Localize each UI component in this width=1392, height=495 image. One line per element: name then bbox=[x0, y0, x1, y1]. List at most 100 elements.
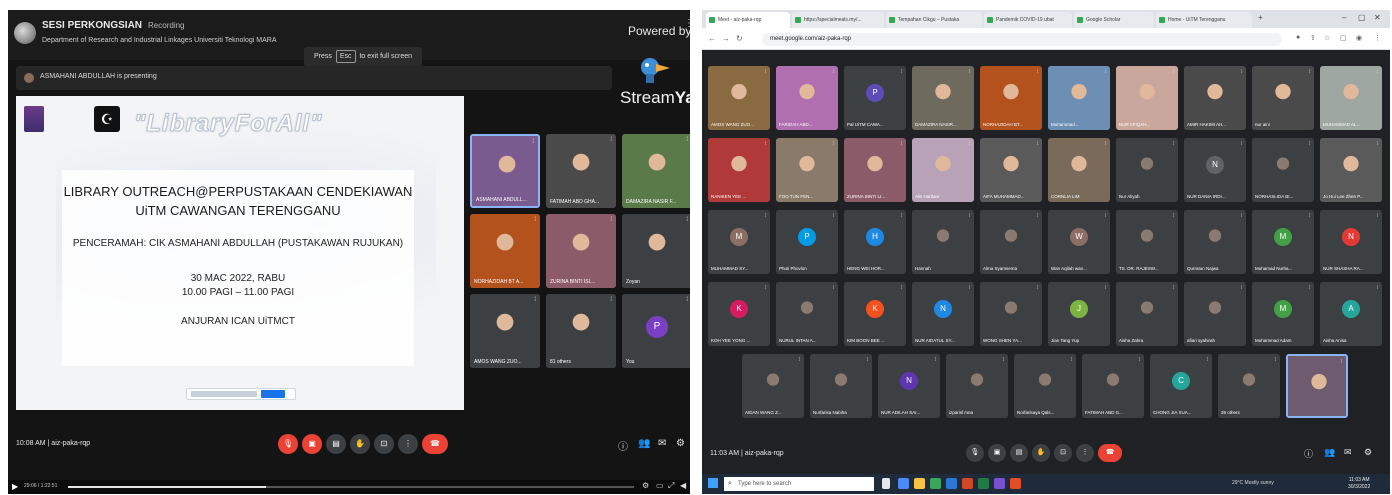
tile-more-icon[interactable]: ⁞ bbox=[1173, 69, 1174, 75]
participant-tile[interactable]: ⁞ nur aini bbox=[1252, 66, 1314, 130]
play-icon[interactable]: ▶ bbox=[12, 482, 18, 491]
participant-tile[interactable]: ⁞ AIDAN WANG Z... bbox=[742, 354, 804, 418]
participant-tile[interactable]: N ⁞ NUR SHASHA RA... bbox=[1320, 210, 1382, 274]
tile-more-icon[interactable]: ⁞ bbox=[765, 213, 766, 219]
info-icon[interactable]: ⓘ bbox=[618, 438, 628, 453]
tile-more-icon[interactable]: ⁞ bbox=[1037, 69, 1038, 75]
participant-tile[interactable]: ⁞ Aisha Zahra bbox=[1116, 282, 1178, 346]
participant-tile[interactable]: ⁞ 39 others bbox=[1218, 354, 1280, 418]
tile-more-icon[interactable]: ⁞ bbox=[867, 357, 868, 363]
tile-more-icon[interactable]: ⁞ bbox=[901, 69, 902, 75]
weather-widget[interactable]: 29°C Mostly sunny bbox=[1232, 480, 1274, 486]
tile-more-icon[interactable]: ⁞ bbox=[969, 69, 970, 75]
leave-call-button[interactable]: ☎ bbox=[422, 434, 448, 454]
tile-more-icon[interactable]: ⁞ bbox=[1071, 357, 1072, 363]
participant-tile[interactable]: ⁞ MUHAMMAD AL... bbox=[1320, 66, 1382, 130]
chat-icon-right[interactable]: ✉ bbox=[1344, 447, 1352, 458]
participant-tile[interactable]: ⁞ AMIR HAKIMI AH... bbox=[1184, 66, 1246, 130]
participant-tile[interactable]: ⁞ Hannah bbox=[912, 210, 974, 274]
fullscreen-icon[interactable]: ⤢ bbox=[668, 481, 674, 491]
participant-tile[interactable]: ⁞ Muhammad... bbox=[1048, 66, 1110, 130]
participant-tile[interactable]: ⁞ Nur Aliyah bbox=[1116, 138, 1178, 202]
participant-tile[interactable]: ⁞ Qurratun Najwa bbox=[1184, 210, 1246, 274]
tile-more-icon[interactable]: ⁞ bbox=[1173, 141, 1174, 147]
participant-tile[interactable]: ⁞ TS. DR. RAJESW... bbox=[1116, 210, 1178, 274]
tile-more-icon[interactable]: ⁞ bbox=[1309, 69, 1310, 75]
tile-more-icon[interactable]: ⁞ bbox=[1139, 357, 1140, 363]
people-icon-right[interactable]: 👥 bbox=[1324, 447, 1335, 458]
participant-tile[interactable]: ⁞ FOO TUN FEN... bbox=[776, 138, 838, 202]
profile-icon[interactable]: ◉ bbox=[1356, 34, 1362, 42]
tile-more-icon[interactable]: ⁞ bbox=[969, 141, 970, 147]
participant-tile[interactable]: K ⁞ KIM BOON BEE ... bbox=[844, 282, 906, 346]
raise-hand-button[interactable]: ✋ bbox=[350, 434, 370, 454]
browser-tab[interactable]: https://specialmeals.my/... bbox=[792, 12, 884, 28]
camera-permission-icon[interactable]: ● bbox=[1296, 34, 1300, 41]
participant-tile[interactable]: P ⁞ Phuti Phovlon bbox=[776, 210, 838, 274]
taskbar-search-field[interactable]: ⌕ Type here to search bbox=[724, 477, 874, 491]
tile-more-icon[interactable]: ⁞ bbox=[1241, 141, 1242, 147]
tile-more-icon[interactable]: ⁞ bbox=[799, 357, 800, 363]
participant-tile[interactable]: N ⁞ NUR AIDATUL SY... bbox=[912, 282, 974, 346]
more-options-button-right[interactable]: ⋮ bbox=[1076, 444, 1094, 462]
participant-tile[interactable]: ⁞ Alma Syamsema bbox=[980, 210, 1042, 274]
browser-tab[interactable]: Pandemik COVID-19 ubat bbox=[984, 12, 1072, 28]
participant-tile[interactable]: M ⁞ MUHAMMAD SY... bbox=[708, 210, 770, 274]
participant-tile[interactable]: ⁞ ASMAHANI ABDULL... bbox=[470, 134, 540, 208]
participant-tile[interactable]: ⁞ DAMAZIRA NASIR... bbox=[912, 66, 974, 130]
app-icon[interactable] bbox=[1010, 478, 1021, 489]
tile-more-icon[interactable]: ⁞ bbox=[532, 139, 534, 145]
participant-tile[interactable]: ⁞ 81 others bbox=[546, 294, 616, 368]
participant-tile[interactable]: ⁞ Zoyan bbox=[622, 214, 690, 288]
tile-more-icon[interactable]: ⁞ bbox=[1003, 357, 1004, 363]
more-options-button[interactable]: ⋮ bbox=[398, 434, 418, 454]
leave-call-button-right[interactable]: ☎ bbox=[1098, 444, 1122, 462]
tile-more-icon[interactable]: ⁞ bbox=[1105, 285, 1106, 291]
browser-tab[interactable]: Home - UiTM Terengganu bbox=[1156, 12, 1252, 28]
maximize-icon[interactable]: ▢ bbox=[1358, 13, 1366, 22]
tile-more-icon[interactable]: ⁞ bbox=[610, 297, 612, 303]
info-icon-right[interactable]: ⓘ bbox=[1304, 447, 1313, 460]
captions-button-right[interactable]: ▤ bbox=[1010, 444, 1028, 462]
minimize-icon[interactable]: – bbox=[1342, 13, 1346, 22]
tile-more-icon[interactable]: ⁞ bbox=[1377, 141, 1378, 147]
present-button[interactable]: ⊡ bbox=[374, 434, 394, 454]
participant-tile[interactable]: K ⁞ KOH YEE YONG ... bbox=[708, 282, 770, 346]
tile-more-icon[interactable]: ⁞ bbox=[901, 141, 902, 147]
reload-icon[interactable]: ↻ bbox=[736, 34, 743, 43]
participant-tile[interactable]: P ⁞ Pal UiTM CAWA... bbox=[844, 66, 906, 130]
participant-tile[interactable]: ⁞ AMOS WANG ZUO... bbox=[708, 66, 770, 130]
excel-icon[interactable] bbox=[978, 478, 989, 489]
tile-more-icon[interactable]: ⁞ bbox=[1105, 141, 1106, 147]
participant-tile[interactable]: P ⁞ You bbox=[622, 294, 690, 368]
participant-tile[interactable]: ⁞ FARIDAH ABD... bbox=[776, 66, 838, 130]
camera-button[interactable]: ▣ bbox=[988, 444, 1006, 462]
tile-more-icon[interactable]: ⁞ bbox=[901, 213, 902, 219]
tile-more-icon[interactable]: ⁞ bbox=[1377, 213, 1378, 219]
volume-icon[interactable]: ◀ bbox=[680, 481, 686, 490]
tile-more-icon[interactable]: ⁞ bbox=[1173, 213, 1174, 219]
participant-tile[interactable]: W ⁞ Wan Aqilah wan... bbox=[1048, 210, 1110, 274]
browser-tab[interactable]: Meet - aiz-paka-rqp bbox=[706, 12, 790, 28]
windows-start-icon[interactable] bbox=[708, 478, 718, 488]
tile-more-icon[interactable]: ⁞ bbox=[765, 69, 766, 75]
participant-tile[interactable]: ⁞ ZURINA BINTI ISL... bbox=[546, 214, 616, 288]
tab-search-icon[interactable]: ▢ bbox=[1340, 34, 1347, 42]
share-icon[interactable]: ⇪ bbox=[1310, 34, 1316, 42]
tile-more-icon[interactable]: ⁞ bbox=[1309, 213, 1310, 219]
participant-tile[interactable]: M ⁞ Muhammad Adam bbox=[1252, 282, 1314, 346]
tile-more-icon[interactable]: ⁞ bbox=[1275, 357, 1276, 363]
tile-more-icon[interactable]: ⁞ bbox=[534, 217, 536, 223]
participant-tile[interactable]: ⁞ ZURINA BINTI LI... bbox=[844, 138, 906, 202]
captions-button[interactable]: ▤ bbox=[326, 434, 346, 454]
participant-tile[interactable]: J ⁞ Jian Tang Yup bbox=[1048, 282, 1110, 346]
tile-more-icon[interactable]: ⁞ bbox=[833, 285, 834, 291]
participant-tile[interactable]: ⁞ AIFA MUHAMMAD... bbox=[980, 138, 1042, 202]
tile-more-icon[interactable]: ⁞ bbox=[901, 285, 902, 291]
chrome-icon[interactable] bbox=[930, 478, 941, 489]
tile-more-icon[interactable]: ⁞ bbox=[1309, 141, 1310, 147]
participant-tile[interactable]: ⁞ Alis Hartiani bbox=[912, 138, 974, 202]
participant-tile[interactable]: ⁞ AMOS WANG ZUO... bbox=[470, 294, 540, 368]
tile-more-icon[interactable]: ⁞ bbox=[1037, 285, 1038, 291]
participant-tile[interactable]: ⁞ NORHASLIDA BI... bbox=[1252, 138, 1314, 202]
